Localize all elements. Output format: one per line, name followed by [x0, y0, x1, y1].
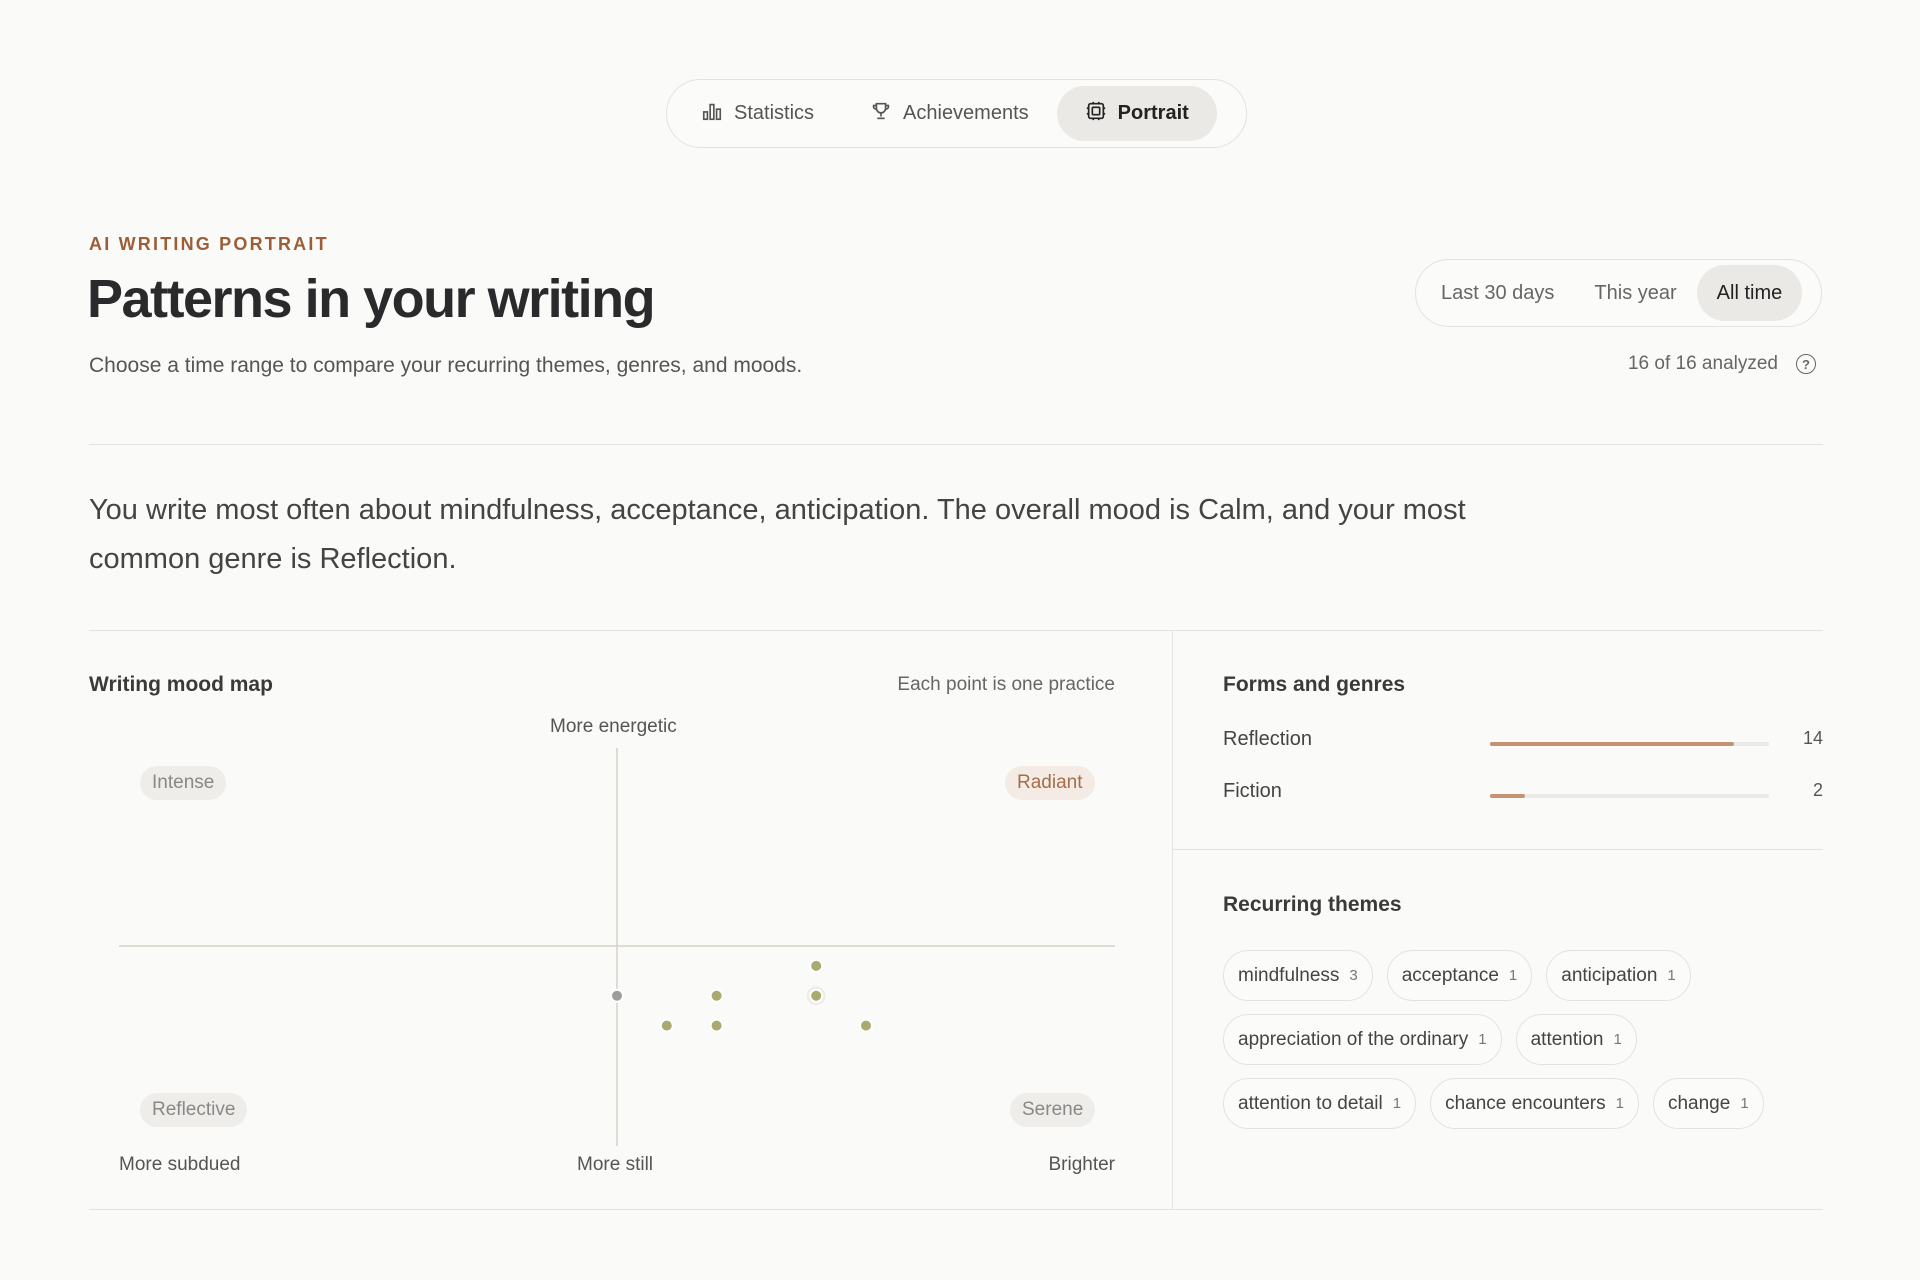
genres-themes-divider	[1173, 849, 1823, 850]
time-range-selector: Last 30 days This year All time	[1415, 259, 1822, 327]
theme-count: 3	[1349, 967, 1358, 984]
theme-chip[interactable]: change 1	[1652, 1078, 1764, 1129]
genre-count: 2	[1812, 780, 1823, 800]
range-all-time[interactable]: All time	[1696, 265, 1803, 321]
mood-point[interactable]	[661, 1020, 672, 1031]
column-divider	[1172, 630, 1173, 1210]
genre-row: Reflection 14	[1223, 728, 1823, 758]
theme-count: 1	[1615, 1095, 1624, 1112]
theme-chip[interactable]: mindfulness 3	[1223, 950, 1373, 1001]
theme-label: attention	[1530, 1028, 1604, 1050]
theme-count: 1	[1740, 1095, 1749, 1112]
genre-label: Fiction	[1223, 780, 1282, 802]
theme-label: chance encounters	[1445, 1092, 1606, 1114]
mood-point[interactable]	[811, 960, 822, 971]
theme-chip[interactable]: appreciation of the ordinary 1	[1223, 1014, 1502, 1065]
mood-point[interactable]	[711, 990, 722, 1001]
analyzed-count: 16 of 16 analyzed	[1627, 353, 1778, 374]
genre-row: Fiction 2	[1223, 780, 1823, 810]
themes-title: Recurring themes	[1223, 893, 1402, 916]
mood-point[interactable]	[711, 1020, 722, 1031]
mood-map-plot	[119, 748, 1115, 1146]
help-icon[interactable]: ?	[1796, 354, 1816, 374]
theme-label: mindfulness	[1238, 964, 1340, 986]
theme-chip[interactable]: acceptance 1	[1386, 950, 1533, 1001]
theme-label: change	[1667, 1092, 1731, 1114]
range-this-year[interactable]: This year	[1574, 265, 1696, 321]
mood-point[interactable]	[811, 990, 822, 1001]
theme-label: anticipation	[1561, 964, 1658, 986]
mood-point[interactable]	[612, 990, 622, 1001]
theme-label: appreciation of the ordinary	[1238, 1028, 1469, 1050]
theme-chip[interactable]: anticipation 1	[1546, 950, 1691, 1001]
theme-chips: mindfulness 3 acceptance 1 anticipation 1 appr…	[1223, 950, 1823, 1142]
theme-row: attention to detail 1 chance encounters 1 ch…	[1223, 1078, 1823, 1129]
mood-points	[610, 958, 873, 1033]
theme-chip[interactable]: chance encounters 1	[1430, 1078, 1639, 1129]
theme-count: 1	[1508, 967, 1518, 984]
genre-count: 14	[1802, 728, 1823, 748]
theme-count: 1	[1667, 967, 1676, 984]
genre-bar-track	[1490, 742, 1769, 746]
theme-count: 1	[1392, 1095, 1402, 1112]
range-last-30-days[interactable]: Last 30 days	[1421, 265, 1574, 321]
genres-title: Forms and genres	[1223, 673, 1406, 696]
genre-bar-fill	[1490, 742, 1735, 746]
theme-count: 1	[1478, 1031, 1487, 1048]
theme-label: attention to detail	[1238, 1092, 1383, 1114]
theme-count: 1	[1613, 1031, 1622, 1048]
analyzed-status: 16 of 16 analyzed ?	[1628, 353, 1816, 375]
theme-label: acceptance	[1401, 964, 1499, 986]
mood-point[interactable]	[861, 1020, 871, 1031]
theme-chip[interactable]: attention 1	[1515, 1014, 1637, 1065]
genre-bar-fill	[1490, 794, 1525, 798]
genre-label: Reflection	[1223, 728, 1312, 750]
portrait-page: Statistics Achievements Portrait AI WRIT…	[0, 0, 1920, 1280]
theme-row: appreciation of the ordinary 1 attention 1	[1223, 1014, 1823, 1065]
theme-chip[interactable]: attention to detail 1	[1223, 1078, 1417, 1129]
genre-bar-track	[1490, 794, 1769, 798]
mood-map: Writing mood map Each point is one pract…	[0, 0, 1172, 1210]
theme-row: mindfulness 3 acceptance 1 anticipation 1	[1223, 950, 1823, 1001]
